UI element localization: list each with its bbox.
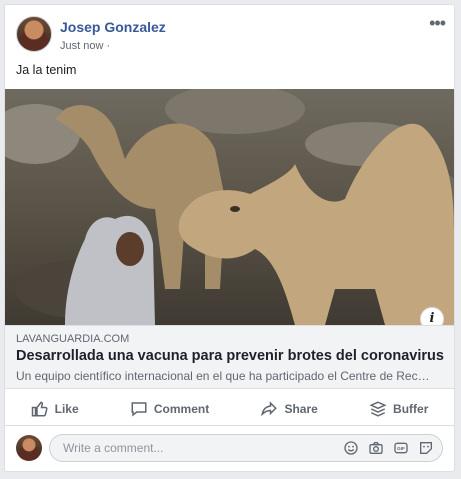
like-button[interactable]: Like xyxy=(31,400,79,418)
share-icon xyxy=(261,401,278,417)
post-card: Josep Gonzalez Just now · ••• Ja la teni… xyxy=(4,4,455,472)
emoji-icon[interactable] xyxy=(343,440,359,456)
buffer-button[interactable]: Buffer xyxy=(369,400,428,418)
camels-photo xyxy=(5,89,454,325)
post-meta: Just now · xyxy=(60,40,110,52)
composer-avatar xyxy=(16,435,42,461)
link-image[interactable]: i xyxy=(5,89,454,325)
camera-icon[interactable] xyxy=(368,440,384,456)
gif-icon[interactable]: GIF xyxy=(393,440,409,456)
share-label: Share xyxy=(284,402,318,416)
author-avatar[interactable] xyxy=(16,16,52,52)
comment-label: Comment xyxy=(153,402,210,416)
post-header: Josep Gonzalez Just now · ••• xyxy=(16,14,446,56)
sticker-icon[interactable] xyxy=(418,440,434,456)
post-time[interactable]: Just now xyxy=(60,40,103,52)
comment-box[interactable]: GIF xyxy=(49,434,443,462)
meta-separator: · xyxy=(106,40,111,52)
composer-icons: GIF xyxy=(343,440,434,456)
link-headline[interactable]: Desarrollada una vacuna para prevenir br… xyxy=(16,348,444,364)
ellipsis-icon[interactable]: ••• xyxy=(429,14,446,32)
comment-input[interactable] xyxy=(61,440,325,456)
link-description: Un equipo científico internacional en el… xyxy=(16,369,436,383)
comment-composer: GIF xyxy=(5,431,454,467)
info-icon[interactable]: i xyxy=(420,307,444,325)
link-preview[interactable]: LAVANGUARDIA.COM Desarrollada una vacuna… xyxy=(5,325,454,389)
svg-text:GIF: GIF xyxy=(397,446,405,451)
author-name[interactable]: Josep Gonzalez xyxy=(60,19,166,35)
link-domain: LAVANGUARDIA.COM xyxy=(16,333,130,345)
like-label: Like xyxy=(54,402,79,416)
action-bar: Like Comment Share Buffer xyxy=(5,393,454,426)
post-text: Ja la tenim xyxy=(16,63,77,77)
share-button[interactable]: Share xyxy=(260,400,318,418)
buffer-icon xyxy=(369,401,387,417)
comment-icon xyxy=(131,402,147,417)
comment-button[interactable]: Comment xyxy=(130,400,209,418)
buffer-label: Buffer xyxy=(393,402,429,416)
like-icon xyxy=(31,401,48,417)
